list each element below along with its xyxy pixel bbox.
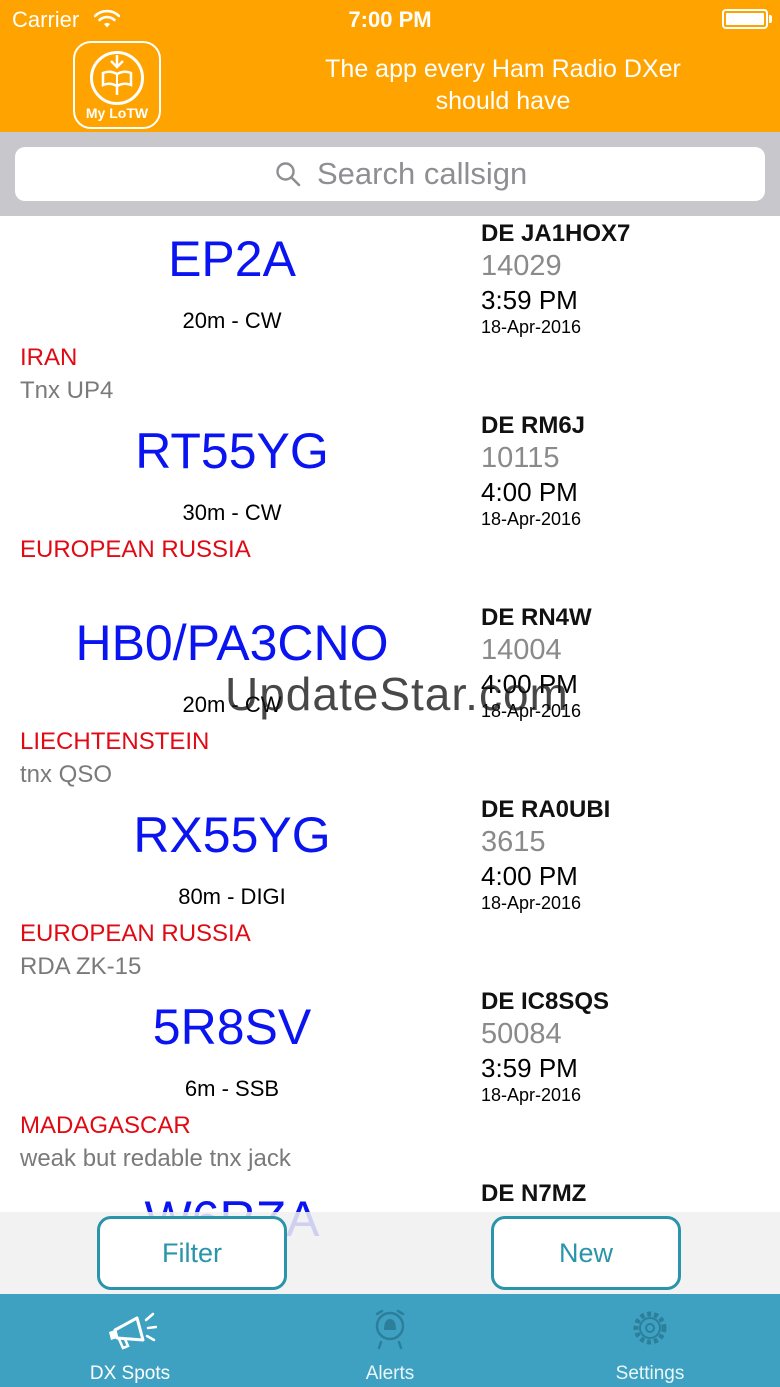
- country: EUROPEAN RUSSIA: [20, 536, 251, 563]
- battery-icon: [722, 9, 768, 29]
- tagline: The app every Ham Radio DXer should have: [270, 53, 736, 117]
- country: IRAN: [20, 344, 78, 371]
- country: MADAGASCAR: [20, 1112, 191, 1139]
- status-time: 7:00 PM: [348, 7, 432, 32]
- country: LIECHTENSTEIN: [20, 728, 210, 755]
- frequency: 14029: [481, 250, 562, 282]
- search-box[interactable]: [15, 147, 765, 201]
- tab-settings[interactable]: Settings: [520, 1294, 780, 1387]
- action-bar: Filter New: [0, 1212, 780, 1294]
- frequency: 3615: [481, 826, 546, 858]
- spot-row[interactable]: RT55YG 30m - CW EUROPEAN RUSSIA DE RM6J …: [0, 408, 780, 600]
- band-mode: 6m - SSB: [184, 1076, 280, 1101]
- frequency: 10115: [481, 442, 560, 474]
- band-mode: 30m - CW: [182, 500, 282, 525]
- spotter-callsign: DE RA0UBI: [481, 796, 611, 823]
- spot-time: 3:59 PM: [481, 285, 578, 315]
- spotter-callsign: DE JA1HOX7: [481, 220, 631, 247]
- gear-icon: [633, 1311, 667, 1345]
- tagline-line-2: should have: [435, 87, 571, 115]
- spotter-callsign: DE RM6J: [481, 412, 586, 439]
- spot-list[interactable]: EP2A 20m - CW IRAN Tnx UP4 DE JA1HOX7 14…: [0, 216, 780, 1294]
- frequency: 14004: [481, 634, 562, 666]
- watermark: UpdateStar.com: [225, 668, 569, 720]
- spot-time: 3:59 PM: [481, 1053, 578, 1083]
- frequency: 50084: [481, 1018, 562, 1050]
- dx-callsign: RX55YG: [133, 807, 331, 863]
- dx-callsign: EP2A: [168, 231, 296, 287]
- spot-comment: tnx QSO: [20, 761, 113, 788]
- new-button[interactable]: New: [491, 1216, 681, 1290]
- spot-comment: RDA ZK-15: [20, 953, 142, 980]
- tagline-line-1: The app every Ham Radio DXer: [325, 55, 681, 83]
- status-bar: Carrier 7:00 PM: [0, 0, 780, 38]
- spot-row[interactable]: EP2A 20m - CW IRAN Tnx UP4 DE JA1HOX7 14…: [0, 216, 780, 408]
- spot-time: 4:00 PM: [481, 861, 578, 891]
- tab-label: DX Spots: [89, 1363, 171, 1384]
- tab-label: Settings: [615, 1363, 685, 1384]
- app-logo: My LoTW: [73, 41, 161, 129]
- tab-bar: DX Spots Alerts Settings: [0, 1294, 780, 1387]
- search-input[interactable]: [317, 155, 737, 193]
- megaphone-icon: [109, 1312, 157, 1350]
- spot-date: 18-Apr-2016: [481, 317, 582, 337]
- dx-callsign: RT55YG: [135, 423, 329, 479]
- book-antenna-icon: [101, 55, 133, 95]
- alarm-bell-icon: [375, 1309, 405, 1350]
- spot-row[interactable]: 5R8SV 6m - SSB MADAGASCAR weak but redab…: [0, 984, 780, 1176]
- spot-date: 18-Apr-2016: [481, 893, 582, 913]
- tab-dx-spots[interactable]: DX Spots: [0, 1294, 260, 1387]
- band-mode: 20m - CW: [182, 308, 282, 333]
- tab-label: Alerts: [365, 1363, 415, 1384]
- search-bar: [0, 132, 780, 216]
- spot-date: 18-Apr-2016: [481, 509, 582, 529]
- spot-row[interactable]: RX55YG 80m - DIGI EUROPEAN RUSSIA RDA ZK…: [0, 792, 780, 984]
- spot-time: 4:00 PM: [481, 477, 578, 507]
- spotter-callsign: DE N7MZ: [481, 1180, 587, 1207]
- spotter-callsign: DE RN4W: [481, 604, 592, 631]
- battery-nub: [769, 15, 772, 23]
- filter-button[interactable]: Filter: [97, 1216, 287, 1290]
- spotter-callsign: DE IC8SQS: [481, 988, 610, 1015]
- band-mode: 80m - DIGI: [178, 884, 286, 909]
- search-icon: [276, 162, 301, 187]
- country: EUROPEAN RUSSIA: [20, 920, 251, 947]
- tab-alerts[interactable]: Alerts: [260, 1294, 520, 1387]
- spot-date: 18-Apr-2016: [481, 1085, 582, 1105]
- spot-comment: weak but redable tnx jack: [20, 1145, 291, 1172]
- logo-text: My LoTW: [85, 105, 149, 121]
- spot-comment: Tnx UP4: [20, 377, 114, 404]
- app-header: My LoTW The app every Ham Radio DXer sho…: [0, 38, 780, 132]
- dx-callsign: HB0/PA3CNO: [75, 615, 389, 671]
- dx-callsign: 5R8SV: [152, 999, 312, 1055]
